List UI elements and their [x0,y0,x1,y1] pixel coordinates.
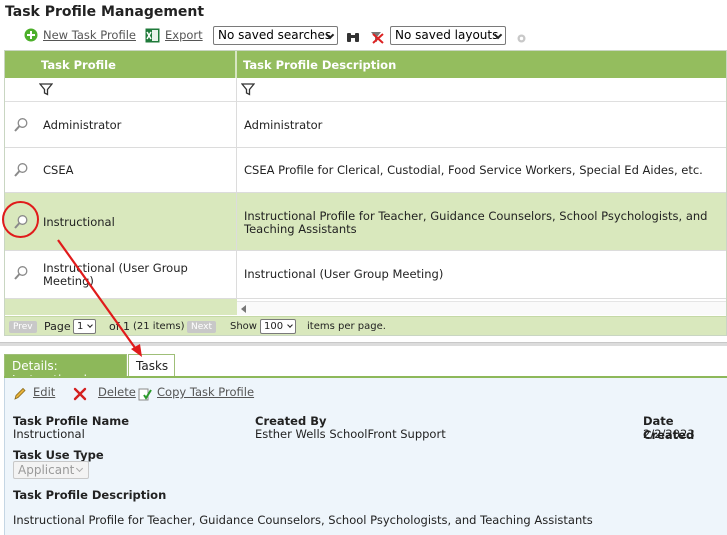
annotation-arrow [57,239,142,357]
